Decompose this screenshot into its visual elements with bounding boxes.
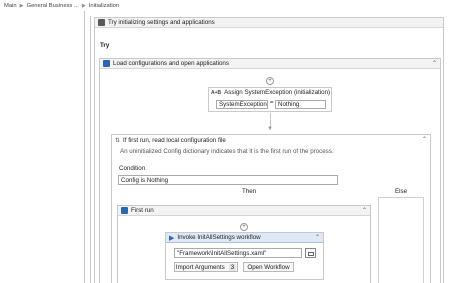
sequence-icon (121, 207, 128, 214)
collapse-icon[interactable]: ⌃ (432, 60, 437, 67)
sequence-icon (103, 60, 110, 67)
invoke-workflow-activity[interactable]: ▶ Invoke InitAllSettings workflow ⌃ "Fra… (165, 232, 324, 280)
assign-to-field[interactable]: SystemException (216, 100, 268, 109)
add-activity-icon[interactable]: + (240, 223, 248, 231)
try-catch-title: Try initializing settings and applicatio… (108, 19, 215, 26)
invoke-header[interactable]: ▶ Invoke InitAllSettings workflow ⌃ (166, 233, 323, 243)
condition-input[interactable]: Config is Nothing (118, 175, 338, 185)
sequence-header[interactable]: Load configurations and open application… (100, 59, 440, 69)
canvas-guide-line (84, 11, 85, 283)
argument-count-badge: 3 (228, 263, 237, 271)
try-catch-icon (98, 19, 105, 26)
import-arguments-label: Import Arguments (175, 263, 225, 271)
import-arguments-button[interactable]: Import Arguments 3 (174, 262, 238, 272)
try-catch-header[interactable]: Try initializing settings and applicatio… (95, 18, 443, 28)
assign-icon: A+B (211, 89, 222, 96)
breadcrumb-item-main[interactable]: Main (4, 3, 17, 9)
first-run-header[interactable]: First run ⌃ (118, 206, 370, 216)
play-icon: ▶ (169, 234, 175, 242)
try-label: Try (100, 42, 110, 49)
folder-icon[interactable] (305, 248, 316, 258)
assign-title: Assign SystemException (initialization) (224, 89, 331, 96)
assign-value-field[interactable]: Nothing (275, 100, 326, 109)
collapse-icon[interactable]: ⌃ (362, 207, 367, 214)
chevron-right-icon: ▶ (81, 2, 86, 9)
if-title: If first run, read local configuration f… (123, 136, 226, 144)
breadcrumb-item-general-business[interactable]: General Business ... (27, 3, 79, 9)
collapse-icon[interactable]: ⌃ (422, 136, 427, 143)
add-activity-icon[interactable]: + (266, 77, 274, 85)
assign-operator: = (270, 100, 274, 106)
else-label: Else (395, 188, 408, 195)
assign-header: A+B Assign SystemException (initializati… (209, 88, 331, 97)
breadcrumb-item-initialization[interactable]: Initialization (89, 3, 119, 9)
condition-label: Condition (119, 165, 146, 172)
else-drop-area[interactable] (378, 197, 424, 283)
sequence-title: Load configurations and open application… (113, 60, 229, 67)
breadcrumb: Main ▶ General Business ... ▶ Initializa… (0, 0, 474, 11)
if-icon: ⇅ (115, 137, 121, 144)
chevron-right-icon: ▶ (19, 2, 24, 9)
if-header[interactable]: ⇅ If first run, read local configuration… (112, 135, 430, 145)
arrow-down-icon: ▼ (267, 126, 273, 132)
then-label: Then (242, 188, 257, 195)
invoke-title: Invoke InitAllSettings workflow (177, 234, 261, 241)
if-description: An uninitialized Config dictionary indic… (120, 148, 334, 155)
collapse-icon[interactable]: ⌃ (315, 234, 320, 241)
first-run-title: First run (131, 207, 154, 214)
open-workflow-button[interactable]: Open Workflow (243, 262, 294, 272)
assign-activity[interactable]: A+B Assign SystemException (initializati… (208, 87, 332, 112)
canvas-guide-line (90, 16, 91, 283)
workflow-path-input[interactable]: "Framework\InitAllSettings.xaml" (174, 248, 302, 258)
